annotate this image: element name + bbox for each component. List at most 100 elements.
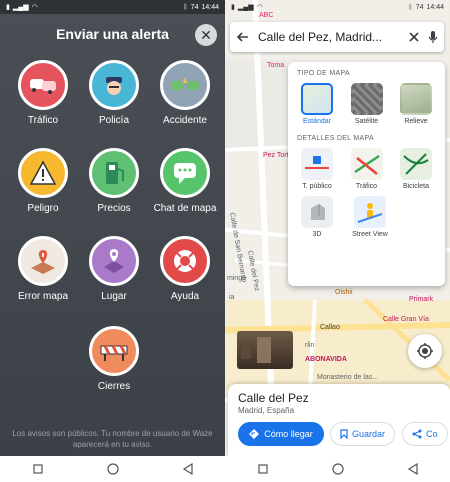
alert-lugar[interactable]: Lugar <box>79 236 149 302</box>
android-nav-bar <box>0 456 225 482</box>
wifi-icon: ◠ <box>256 4 263 11</box>
alert-label: Policía <box>98 115 129 126</box>
alert-label: Accidente <box>163 115 207 126</box>
hazard-icon <box>18 148 68 198</box>
alert-tráfico[interactable]: Tráfico <box>8 60 78 126</box>
signal-icon: ▂▄▆ <box>12 4 29 11</box>
save-button[interactable]: Guardar <box>330 422 396 446</box>
recents-button[interactable] <box>32 463 44 475</box>
triangle-back-icon <box>407 463 418 475</box>
battery-icon: 74 <box>415 3 424 11</box>
accident-icon <box>160 60 210 110</box>
clock-text: 14:44 <box>201 3 219 11</box>
traffic-thumbnail <box>350 148 383 180</box>
street-photo-thumbnail[interactable] <box>237 331 293 369</box>
alert-cierres[interactable]: Cierres <box>79 326 149 392</box>
alert-error-mapa[interactable]: Error mapa <box>8 236 78 302</box>
map-label-oishii: Oishii <box>335 289 353 296</box>
map-layers-card: TIPO DE MAPA Estándar Satélite Relieve D… <box>288 62 445 286</box>
status-bar: ▮ ▂▄▆ ◠ ᛒ 74 14:44 <box>0 0 225 14</box>
detail-street-view[interactable]: Street View <box>350 196 390 238</box>
police-icon <box>89 60 139 110</box>
place-name: Calle del Pez <box>238 391 309 405</box>
microphone-icon[interactable] <box>428 30 438 44</box>
home-button[interactable] <box>106 463 119 475</box>
circle-icon <box>106 463 119 475</box>
signal-icon: ▂▄▆ <box>237 4 254 11</box>
detail-3d[interactable]: 3D <box>297 196 337 238</box>
circle-icon <box>331 463 344 475</box>
detail-bicycle[interactable]: Bicicleta <box>396 148 436 190</box>
place-card: Calle del Pez Madrid, España Cómo llegar… <box>228 384 450 456</box>
status-bar: ▮ ▂▄▆ ◠ ᛒ 74 14:44 <box>225 0 450 14</box>
map-type-standard[interactable]: Estándar <box>297 83 337 125</box>
waze-alert-panel: ▮ ▂▄▆ ◠ ᛒ 74 14:44 Enviar una alerta ✕ T… <box>0 0 225 482</box>
google-maps-panel: ABC Toma Pez Tortilla Calle de San Berna… <box>225 0 450 482</box>
place-subtitle: Madrid, España <box>238 406 295 415</box>
satellite-thumbnail <box>350 83 383 115</box>
alert-peligro[interactable]: Peligro <box>8 148 78 214</box>
alert-precios[interactable]: Precios <box>79 148 149 214</box>
triangle-back-icon <box>182 463 193 475</box>
map-type-heading: TIPO DE MAPA <box>297 70 350 77</box>
map-label-abonavida: ABONAVIDA <box>305 356 347 363</box>
share-icon <box>412 429 422 439</box>
map-type-terrain[interactable]: Relieve <box>396 83 436 125</box>
close-icon: ✕ <box>200 26 212 43</box>
my-location-button[interactable] <box>408 334 442 368</box>
map-type-satellite[interactable]: Satélite <box>347 83 387 125</box>
detail-transit[interactable]: T. público <box>297 148 337 190</box>
bluetooth-icon: ᛒ <box>183 3 188 11</box>
bicycle-thumbnail <box>400 148 432 180</box>
sim-icon: ▮ <box>231 4 235 11</box>
transit-thumbnail <box>301 148 333 180</box>
wifi-icon: ◠ <box>31 4 38 11</box>
alert-label: Cierres <box>97 381 131 392</box>
recents-button[interactable] <box>257 463 269 475</box>
clock-text: 14:44 <box>426 3 444 11</box>
3d-thumbnail <box>301 196 333 228</box>
public-notice-text: Los avisos son públicos. Tu nombre de us… <box>12 429 213 449</box>
square-icon <box>32 464 43 474</box>
detail-traffic[interactable]: Tráfico <box>347 148 387 190</box>
map-label-primark: Primark <box>409 296 434 303</box>
closure-icon <box>89 326 139 376</box>
alert-policía[interactable]: Policía <box>79 60 149 126</box>
battery-icon: 74 <box>190 3 199 11</box>
alert-label: Chat de mapa <box>153 203 217 214</box>
directions-button[interactable]: Cómo llegar <box>238 422 324 446</box>
android-nav-bar <box>225 456 450 482</box>
alert-chat-de-mapa[interactable]: Chat de mapa <box>150 148 220 214</box>
alert-label: Tráfico <box>27 115 59 126</box>
alert-ayuda[interactable]: Ayuda <box>150 236 220 302</box>
alert-accidente[interactable]: Accidente <box>150 60 220 126</box>
map-label-mingo: mingo <box>227 275 247 282</box>
alert-label: Ayuda <box>170 291 200 302</box>
home-button[interactable] <box>331 463 344 475</box>
bookmark-icon <box>340 429 348 439</box>
back-arrow-icon[interactable] <box>236 30 250 44</box>
clear-icon[interactable] <box>408 31 420 43</box>
map-label-rlin: rlin <box>305 342 315 349</box>
alert-label: Precios <box>97 203 131 214</box>
terrain-thumbnail <box>400 83 432 115</box>
alert-label: Lugar <box>101 291 127 302</box>
standard-thumbnail <box>301 83 333 115</box>
back-button[interactable] <box>407 463 419 475</box>
place-icon <box>89 236 139 286</box>
search-bar[interactable]: Calle del Pez, Madrid... <box>230 22 444 52</box>
sim-icon: ▮ <box>6 4 10 11</box>
back-button[interactable] <box>182 463 194 475</box>
map-label-gran-via: Calle Gran Vía <box>383 316 429 323</box>
square-icon <box>257 464 268 474</box>
directions-icon <box>249 429 260 439</box>
traffic-icon <box>18 60 68 110</box>
map-details-row-2: 3D Street View <box>297 196 436 238</box>
search-input[interactable]: Calle del Pez, Madrid... <box>258 30 400 44</box>
share-button[interactable]: Co <box>402 422 448 446</box>
map-label-toma: Toma <box>267 62 285 69</box>
close-button[interactable]: ✕ <box>195 24 217 46</box>
alert-label: Error mapa <box>17 291 68 302</box>
gas-price-icon <box>89 148 139 198</box>
map-label-ia: ia <box>229 294 235 301</box>
